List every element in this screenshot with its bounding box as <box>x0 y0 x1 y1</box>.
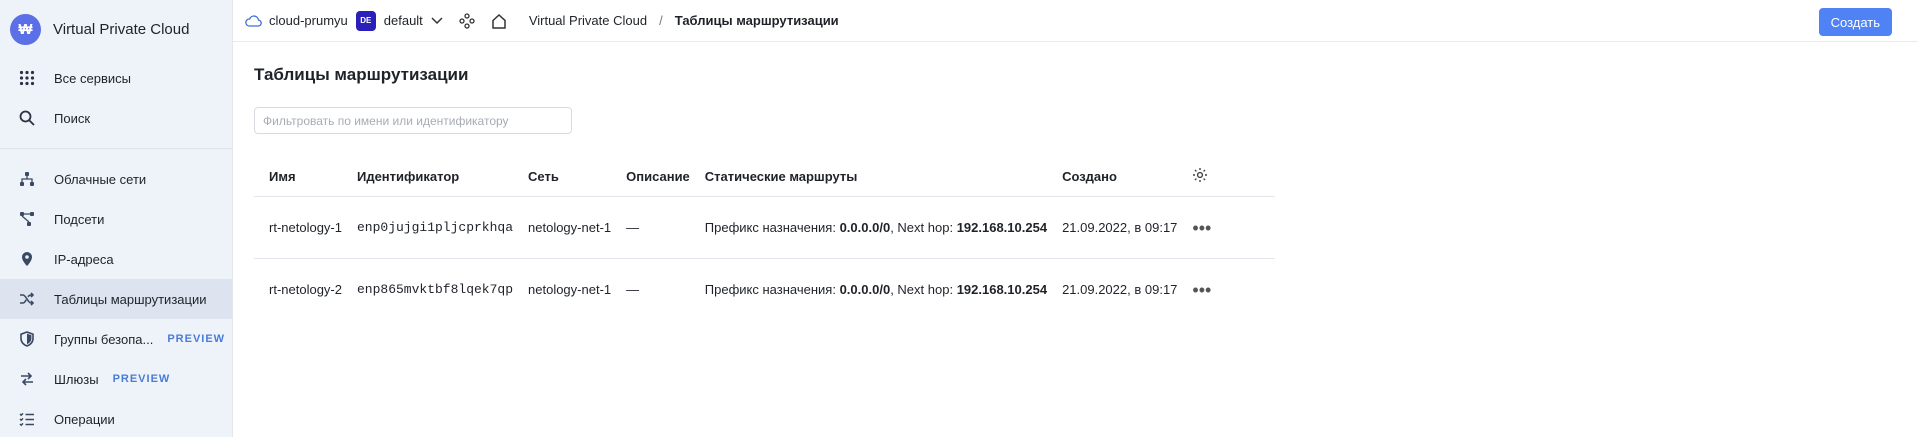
sidebar-item-label: Подсети <box>54 211 105 227</box>
cell-description: — <box>626 282 640 297</box>
service-title[interactable]: Virtual Private Cloud <box>53 21 189 38</box>
preview-badge: PREVIEW <box>112 373 171 385</box>
main-content: Таблицы маршрутизации Имя Идентификатор … <box>233 42 1918 437</box>
cell-name[interactable]: rt-netology-1 <box>254 196 342 259</box>
table-header-row: Имя Идентификатор Сеть Описание Статичес… <box>254 156 1275 197</box>
cell-description: — <box>611 196 690 259</box>
route-hop-value: 192.168.10.254 <box>956 282 1048 297</box>
sidebar-item-search[interactable]: Поиск <box>0 98 232 138</box>
table-row[interactable]: rt-netology-1 enp0jujgi1pljcprkhqa netol… <box>254 196 1275 259</box>
sidebar-item-label: Операции <box>54 411 115 427</box>
route-prefix-value: 0.0.0.0/0 <box>839 220 891 235</box>
cell-id: enp0jujgi1pljcprkhqa <box>341 196 514 259</box>
sidebar-item-label: Поиск <box>54 110 91 126</box>
sidebar-divider <box>0 148 232 149</box>
cell-actions: ••• <box>1177 196 1275 259</box>
cell-routes: Префикс назначения: 0.0.0.0/0, Next hop:… <box>689 196 1048 259</box>
breadcrumb-service[interactable]: Virtual Private Cloud <box>529 13 647 28</box>
breadcrumb-current: Таблицы маршрутизации <box>674 13 839 28</box>
cell-routes: Префикс назначения: 0.0.0.0/0, Next hop:… <box>690 259 1047 321</box>
sidebar-item-label: Шлюзы <box>54 371 99 387</box>
chevron-down-icon[interactable] <box>431 16 443 25</box>
more-actions-icon[interactable]: ••• <box>1192 218 1211 238</box>
sidebar-item-label: Все сервисы <box>54 70 131 86</box>
sidebar-item-subnets[interactable]: Подсети <box>0 199 232 239</box>
subnet-icon <box>16 208 38 230</box>
home-icon[interactable] <box>491 13 507 29</box>
grid-icon <box>16 67 38 89</box>
nodes-icon[interactable] <box>459 12 475 29</box>
topbar: cloud-prumyu DE default Virtual Private … <box>233 0 1918 42</box>
route-hop-label: , Next hop: <box>890 282 954 297</box>
cloud-icon <box>245 14 262 27</box>
sidebar-item-cloud-networks[interactable]: Облачные сети <box>0 159 232 199</box>
create-button[interactable]: Создать <box>1818 8 1892 36</box>
column-header-network[interactable]: Сеть <box>513 156 612 197</box>
page-title: Таблицы маршрутизации <box>254 65 469 84</box>
column-header-created[interactable]: Создано <box>1047 156 1178 197</box>
sidebar-item-label: IP-адреса <box>54 251 114 267</box>
route-prefix-label: Префикс назначения: <box>704 282 836 297</box>
sidebar-item-label: Группы безопа... <box>54 331 154 347</box>
sidebar-item-security-groups[interactable]: Группы безопа... PREVIEW <box>0 319 232 359</box>
cell-created: 21.09.2022, в 09:17 <box>1047 196 1178 259</box>
filter-input[interactable] <box>254 107 572 134</box>
sidebar-item-ip-addresses[interactable]: IP-адреса <box>0 239 232 279</box>
sidebar-item-gateways[interactable]: Шлюзы PREVIEW <box>0 359 232 399</box>
folder-selector[interactable]: default <box>384 13 423 28</box>
column-header-description[interactable]: Описание <box>611 156 690 197</box>
gear-icon[interactable] <box>1192 167 1208 183</box>
breadcrumb-separator: / <box>659 13 663 28</box>
service-logo-icon[interactable]: ₩ <box>10 13 41 45</box>
column-header-id[interactable]: Идентификатор <box>341 156 514 197</box>
column-header-routes[interactable]: Статические маршруты <box>689 156 1048 197</box>
route-hop-value: 192.168.10.254 <box>956 220 1048 235</box>
search-icon <box>16 107 38 129</box>
shield-icon <box>16 328 38 350</box>
network-icon <box>16 168 38 190</box>
more-actions-icon[interactable]: ••• <box>1192 280 1211 300</box>
sidebar-header: ₩ Virtual Private Cloud <box>0 0 232 58</box>
sidebar-item-label: Таблицы маршрутизации <box>54 291 207 307</box>
column-header-name[interactable]: Имя <box>254 156 342 197</box>
cell-actions: ••• <box>1177 259 1275 321</box>
shuffle-icon <box>16 288 38 310</box>
table-row[interactable]: rt-netology-2 enp865mvktbf8lqek7qp netol… <box>254 259 1275 321</box>
sidebar-item-label: Облачные сети <box>54 171 147 187</box>
route-prefix-value: 0.0.0.0/0 <box>839 282 891 297</box>
route-tables-table: Имя Идентификатор Сеть Описание Статичес… <box>254 156 1275 320</box>
cell-created: 21.09.2022, в 09:17 <box>1062 282 1178 297</box>
column-settings <box>1177 156 1275 197</box>
folder-avatar: DE <box>355 10 376 31</box>
sidebar-item-all-services[interactable]: Все сервисы <box>0 58 232 98</box>
sidebar-item-operations[interactable]: Операции <box>0 399 232 439</box>
cell-network-link[interactable]: netology-net-1 <box>513 196 612 259</box>
sidebar-item-route-tables[interactable]: Таблицы маршрутизации <box>0 279 232 319</box>
cell-id: enp865mvktbf8lqek7qp <box>356 282 514 297</box>
gateway-icon <box>16 368 38 390</box>
route-prefix-label: Префикс назначения: <box>704 220 836 235</box>
list-check-icon <box>16 408 38 430</box>
location-pin-icon <box>16 248 38 270</box>
cloud-selector[interactable]: cloud-prumyu <box>269 13 348 28</box>
cell-name[interactable]: rt-netology-2 <box>254 259 342 321</box>
route-hop-label: , Next hop: <box>890 220 954 235</box>
sidebar: ₩ Virtual Private Cloud Все сервисы Поис… <box>0 0 233 437</box>
cell-network-link[interactable]: netology-net-1 <box>513 259 611 321</box>
preview-badge: PREVIEW <box>167 333 226 345</box>
